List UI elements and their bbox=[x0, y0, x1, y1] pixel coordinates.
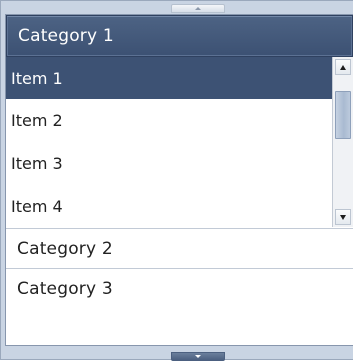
list-item[interactable]: Item 4 bbox=[6, 185, 332, 227]
category-1-item-list: Item 1 Item 2 Item 3 Item 4 bbox=[6, 57, 332, 227]
accordion-panel: Category 1 Item 1 Item 2 Item 3 Item 4 C… bbox=[5, 14, 353, 346]
scrollbar-up-arrow[interactable] bbox=[335, 59, 351, 75]
scroll-up-button[interactable] bbox=[171, 4, 225, 13]
arrow-up-icon bbox=[340, 64, 346, 70]
accordion-container: Category 1 Item 1 Item 2 Item 3 Item 4 C… bbox=[0, 0, 353, 361]
scrollbar-down-arrow[interactable] bbox=[335, 209, 351, 225]
triangle-down-icon bbox=[195, 355, 201, 358]
triangle-up-icon bbox=[195, 7, 201, 10]
category-2-header[interactable]: Category 2 bbox=[6, 228, 353, 268]
category-1-header[interactable]: Category 1 bbox=[6, 15, 353, 57]
list-item[interactable]: Item 3 bbox=[6, 142, 332, 185]
list-scrollbar[interactable] bbox=[332, 57, 353, 227]
category-3-header[interactable]: Category 3 bbox=[6, 268, 353, 309]
scrollbar-thumb[interactable] bbox=[335, 91, 351, 140]
list-item[interactable]: Item 2 bbox=[6, 99, 332, 142]
list-item[interactable]: Item 1 bbox=[6, 57, 332, 99]
arrow-down-icon bbox=[340, 214, 346, 220]
